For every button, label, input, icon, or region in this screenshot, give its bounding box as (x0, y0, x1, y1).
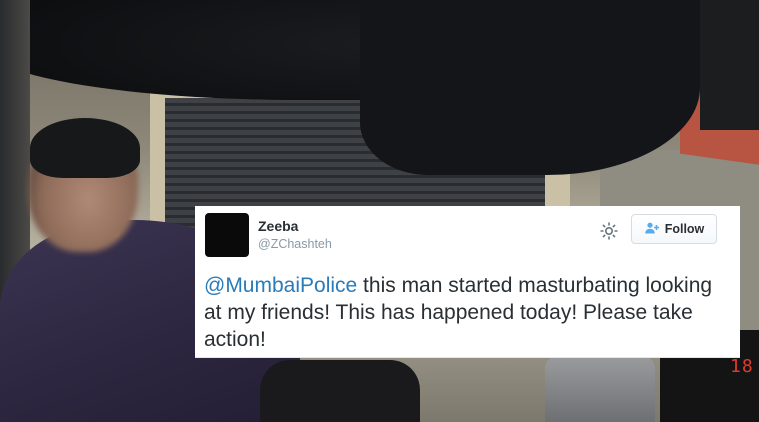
add-person-icon (644, 222, 660, 237)
mention-link[interactable]: @MumbaiPolice (204, 274, 357, 297)
tweet-card: Zeeba @ZChashteh Follow @MumbaiPolice th… (195, 206, 740, 358)
author-name[interactable]: Zeeba (258, 218, 298, 234)
rickshaw-canopy-fold (360, 0, 700, 175)
parked-car (545, 355, 655, 422)
fare-meter-digits: 18 (730, 356, 754, 377)
gear-icon[interactable] (597, 219, 621, 243)
person-hair (30, 118, 140, 178)
avatar[interactable] (205, 213, 249, 257)
rickshaw-frame-right (700, 0, 759, 130)
author-handle[interactable]: @ZChashteh (258, 237, 332, 251)
motorbike-handlebar (260, 360, 420, 422)
follow-button[interactable]: Follow (631, 214, 717, 244)
follow-label: Follow (664, 222, 705, 236)
tweet-text: @MumbaiPolice this man started masturbat… (204, 272, 729, 353)
